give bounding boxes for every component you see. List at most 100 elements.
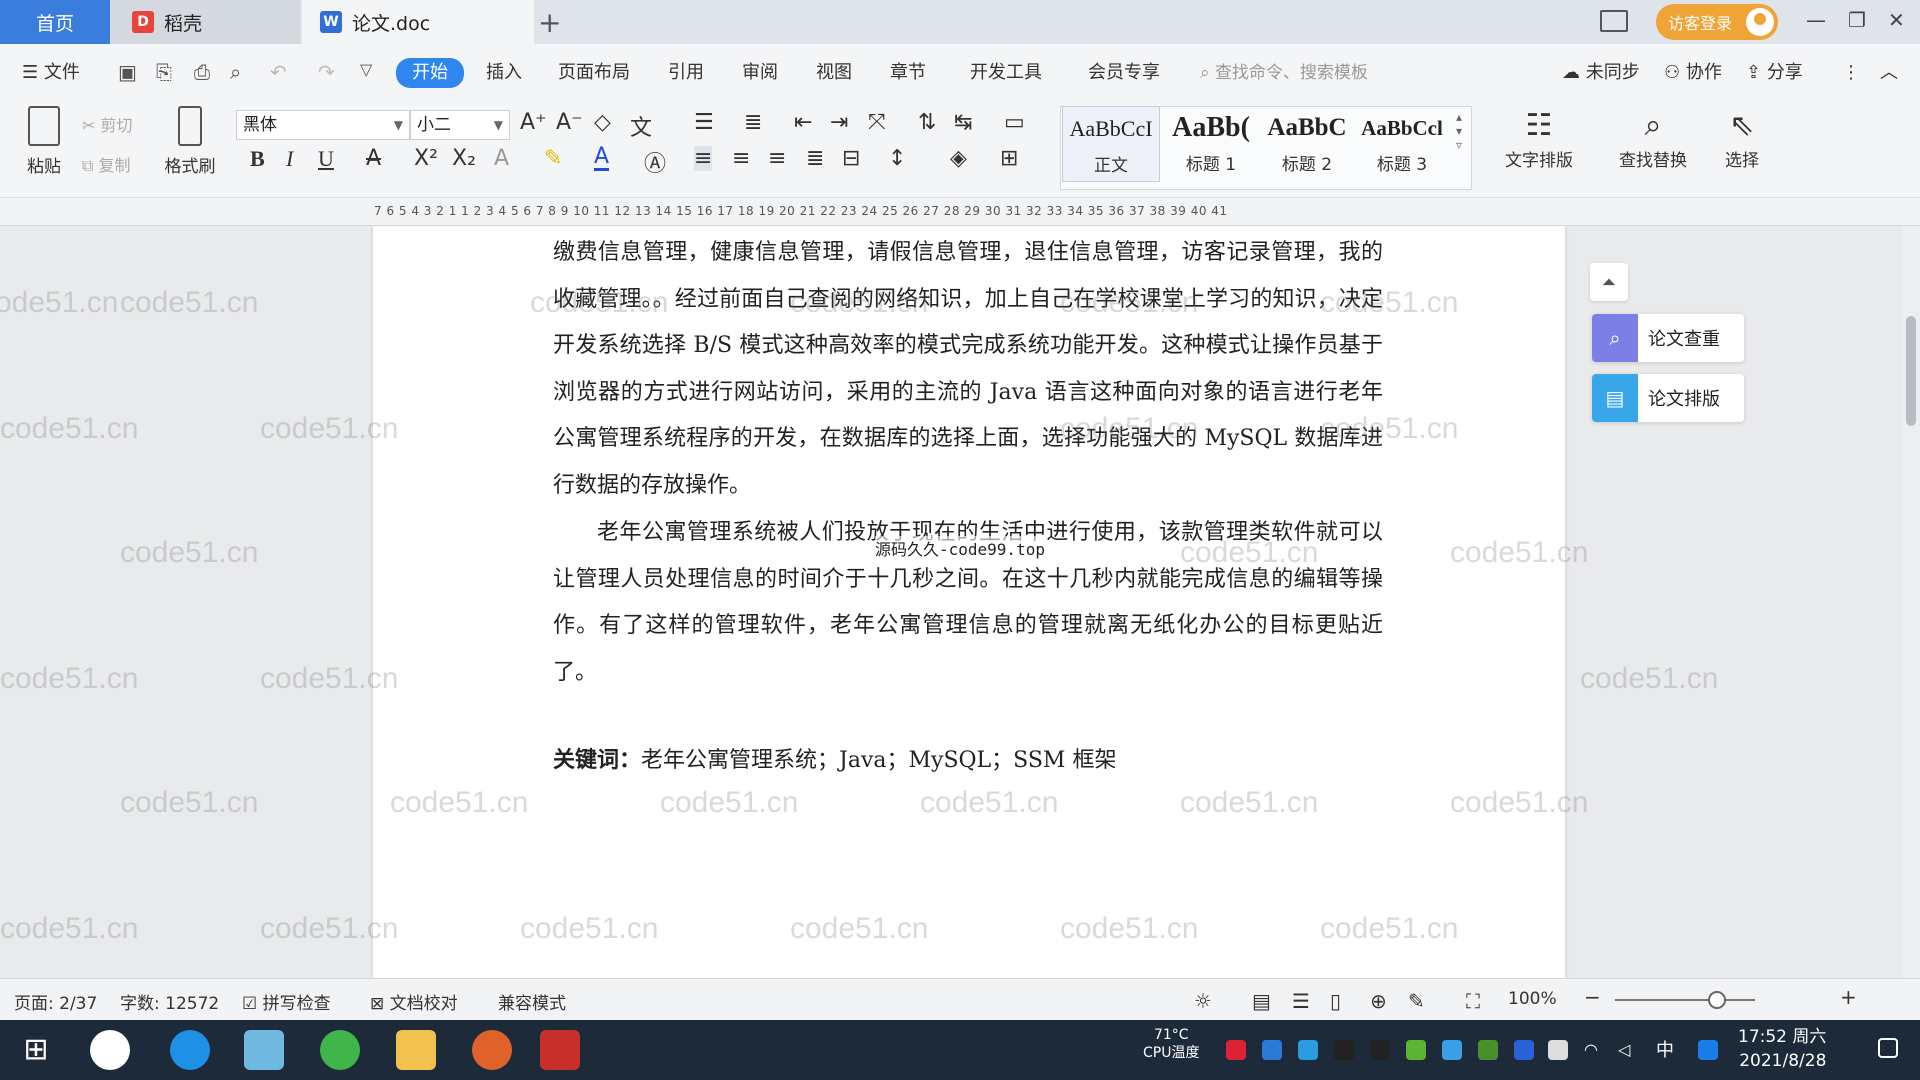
new-tab-button[interactable]: + bbox=[538, 6, 561, 39]
zoom-slider-knob[interactable] bbox=[1708, 991, 1726, 1009]
volume-icon[interactable]: ◁ bbox=[1618, 1040, 1638, 1060]
qq-icon[interactable] bbox=[1334, 1040, 1354, 1060]
vertical-scrollbar[interactable] bbox=[1902, 226, 1920, 978]
layout-icon[interactable] bbox=[1600, 10, 1628, 32]
paste-button[interactable]: 粘贴 bbox=[14, 106, 74, 177]
more-dropdown-icon[interactable]: ▽ bbox=[360, 60, 372, 79]
style-heading1[interactable]: AaBb(标题 1 bbox=[1162, 106, 1260, 182]
web-view-icon[interactable]: ⊕ bbox=[1370, 989, 1387, 1013]
export-icon[interactable]: ⎘ bbox=[156, 60, 172, 84]
tray-icon[interactable] bbox=[1442, 1040, 1462, 1060]
app-notes-icon[interactable] bbox=[244, 1030, 284, 1070]
bluetooth-icon[interactable] bbox=[1514, 1040, 1534, 1060]
windows-start-icon[interactable]: ⊞ bbox=[16, 1030, 56, 1070]
minimize-icon[interactable]: — bbox=[1806, 8, 1826, 32]
text-layout-button[interactable]: ☷ 文字排版 bbox=[1496, 106, 1582, 171]
clear-format-icon[interactable]: ◇ bbox=[594, 110, 611, 135]
char-border-icon[interactable]: Ⓐ bbox=[644, 146, 666, 178]
menu-start[interactable]: 开始 bbox=[396, 58, 464, 88]
decrease-indent-icon[interactable]: ⇤ bbox=[794, 110, 812, 135]
style-heading2[interactable]: AaBbC 标题 2 bbox=[1258, 106, 1356, 182]
collab-button[interactable]: ⚇ 协作 bbox=[1664, 58, 1722, 88]
menu-dev-tools[interactable]: 开发工具 bbox=[970, 58, 1042, 88]
ruler[interactable]: 7 6 5 4 3 2 1 1 2 3 4 5 6 7 8 9 10 11 12… bbox=[0, 198, 1920, 226]
subscript-icon[interactable]: X₂ bbox=[452, 146, 476, 171]
superscript-icon[interactable]: X² bbox=[414, 146, 438, 171]
input-method-icon[interactable] bbox=[1698, 1040, 1718, 1060]
menu-page-layout[interactable]: 页面布局 bbox=[558, 58, 630, 88]
copy-button[interactable]: ⧉ 复制 bbox=[82, 152, 131, 176]
save-icon[interactable]: ▣ bbox=[118, 60, 137, 84]
increase-indent-icon[interactable]: ⇥ bbox=[830, 110, 848, 135]
zoom-in-icon[interactable]: + bbox=[1840, 985, 1857, 1009]
more-icon[interactable]: ⋮ bbox=[1842, 58, 1860, 88]
tab-document[interactable]: W 论文.doc bbox=[302, 0, 534, 44]
file-explorer-icon[interactable] bbox=[396, 1030, 436, 1070]
clock[interactable]: 17:52 周六 2021/8/28 bbox=[1738, 1025, 1826, 1073]
collapse-ribbon-icon[interactable]: ︿ bbox=[1880, 58, 1898, 88]
tab-home[interactable]: 首页 bbox=[0, 0, 110, 44]
print-icon[interactable]: ⎙ bbox=[194, 60, 210, 84]
document-page[interactable]: 缴费信息管理，健康信息管理，请假信息管理，退住信息管理，访客记录管理，我的收藏管… bbox=[373, 226, 1565, 978]
font-size-select[interactable]: 小二 ▼ bbox=[410, 110, 510, 140]
paper-layout-button[interactable]: ▤ 论文排版 bbox=[1592, 374, 1744, 422]
distributed-icon[interactable]: ⊟ bbox=[842, 146, 860, 171]
ruler-toggle-icon[interactable]: ▭ bbox=[1004, 110, 1025, 135]
zoom-out-icon[interactable]: − bbox=[1584, 985, 1601, 1009]
cut-button[interactable]: ✂ 剪切 bbox=[82, 112, 133, 136]
line-spacing-icon[interactable]: ↕ bbox=[888, 146, 906, 171]
zoom-level[interactable]: 100% bbox=[1508, 989, 1557, 1009]
paper-check-button[interactable]: ⌕ 论文查重 bbox=[1592, 314, 1744, 362]
eye-care-icon[interactable]: ☼ bbox=[1194, 989, 1212, 1013]
tray-icon[interactable] bbox=[1262, 1040, 1282, 1060]
menu-review[interactable]: 审阅 bbox=[742, 58, 778, 88]
restore-icon[interactable]: ❐ bbox=[1848, 8, 1866, 32]
tray-icon[interactable] bbox=[1406, 1040, 1426, 1060]
command-search[interactable]: ⌕ 查找命令、搜索模板 bbox=[1200, 58, 1368, 88]
page-indicator[interactable]: 页面: 2/37 bbox=[14, 989, 97, 1014]
redo-icon[interactable]: ↷ bbox=[318, 60, 335, 84]
ime-indicator[interactable]: 中 bbox=[1656, 1036, 1676, 1061]
font-color-icon[interactable]: A bbox=[594, 146, 610, 171]
style-normal[interactable]: AaBbCcI 正文 bbox=[1062, 106, 1160, 182]
italic-icon[interactable]: I bbox=[286, 146, 293, 172]
nvidia-icon[interactable] bbox=[1478, 1040, 1498, 1060]
strikethrough-icon[interactable]: A bbox=[366, 146, 381, 171]
find-replace-button[interactable]: ⌕ 查找替换 bbox=[1610, 106, 1696, 171]
numbered-list-icon[interactable]: ≣ bbox=[744, 110, 762, 135]
proofread-button[interactable]: ⊠ 文档校对 bbox=[370, 989, 458, 1014]
menu-view[interactable]: 视图 bbox=[816, 58, 852, 88]
borders-icon[interactable]: ⊞ bbox=[1000, 146, 1018, 171]
format-painter-button[interactable]: 格式刷 bbox=[160, 106, 220, 177]
grow-font-icon[interactable]: A⁺ bbox=[520, 110, 547, 135]
style-gallery-scroll-icon[interactable]: ▴ ▾ ▿ bbox=[1456, 110, 1462, 152]
undo-icon[interactable]: ↶ bbox=[270, 60, 287, 84]
style-heading3[interactable]: AaBbCcl 标题 3 bbox=[1354, 106, 1450, 182]
reading-view-icon[interactable]: ▯ bbox=[1330, 989, 1341, 1013]
bold-icon[interactable]: B bbox=[250, 146, 265, 172]
menu-references[interactable]: 引用 bbox=[668, 58, 704, 88]
notification-icon[interactable] bbox=[1878, 1038, 1898, 1058]
wps-icon[interactable] bbox=[540, 1030, 580, 1070]
word-count[interactable]: 字数: 12572 bbox=[120, 989, 219, 1014]
shield-icon[interactable] bbox=[1298, 1040, 1318, 1060]
font-name-select[interactable]: 黑体 ▼ bbox=[236, 110, 410, 140]
visitor-login-button[interactable]: 访客登录 bbox=[1656, 4, 1778, 40]
justify-icon[interactable]: ≣ bbox=[806, 146, 824, 171]
file-menu[interactable]: ☰ 文件 bbox=[22, 58, 80, 88]
highlight-icon[interactable]: ✎ bbox=[544, 146, 562, 171]
underline-icon[interactable]: U bbox=[318, 146, 334, 172]
spell-check-button[interactable]: ☑ 拼写检查 bbox=[242, 989, 331, 1014]
preview-icon[interactable]: ⌕ bbox=[230, 60, 241, 84]
tray-icon[interactable] bbox=[1226, 1040, 1246, 1060]
shrink-font-icon[interactable]: A⁻ bbox=[556, 110, 583, 135]
tab-docer[interactable]: D 稻壳 bbox=[110, 0, 300, 44]
menu-insert[interactable]: 插入 bbox=[486, 58, 522, 88]
outline-view-icon[interactable]: ☰ bbox=[1292, 989, 1310, 1013]
select-button[interactable]: ⇖ 选择 bbox=[1712, 106, 1772, 171]
show-marks-icon[interactable]: ↹ bbox=[954, 110, 972, 135]
share-button[interactable]: ⇪ 分享 bbox=[1746, 58, 1803, 88]
align-center-icon[interactable]: ≡ bbox=[732, 146, 750, 171]
pinyin-icon[interactable]: 文 bbox=[630, 110, 652, 142]
shading-icon[interactable]: ◈ bbox=[950, 146, 967, 171]
